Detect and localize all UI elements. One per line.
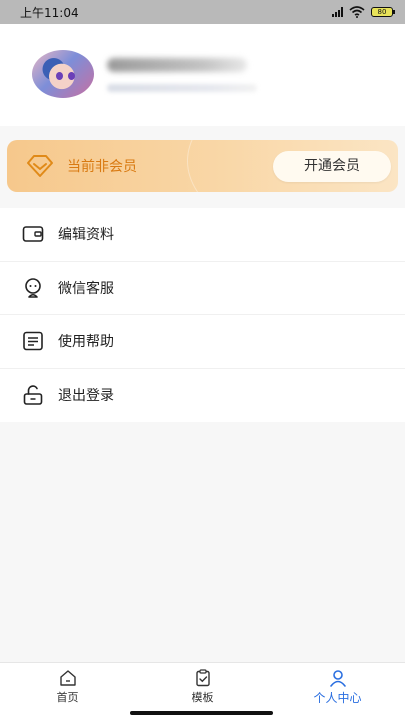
status-time: 上午11:04: [20, 5, 79, 20]
menu-item-logout[interactable]: 退出登录: [0, 369, 405, 423]
menu-item-wechat-service[interactable]: 微信客服: [0, 262, 405, 315]
battery-icon: 80: [371, 7, 395, 17]
status-bar: 上午11:04 80: [0, 0, 405, 24]
menu-label: 微信客服: [58, 280, 114, 297]
signal-icon: [332, 7, 343, 17]
user-icon: [329, 670, 346, 687]
nav-tab-home[interactable]: 首页: [0, 663, 135, 720]
username-blurred: [107, 58, 247, 72]
nav-tab-profile[interactable]: 个人中心: [270, 663, 405, 720]
home-icon: [59, 670, 76, 686]
home-indicator[interactable]: [130, 711, 273, 715]
menu-label: 使用帮助: [58, 334, 114, 351]
subtitle-blurred: [107, 84, 257, 92]
nav-label: 个人中心: [313, 691, 362, 705]
status-icons: 80: [332, 6, 395, 18]
open-vip-button[interactable]: 开通会员: [273, 151, 391, 182]
menu-label: 退出登录: [58, 388, 114, 405]
menu-item-edit-profile[interactable]: 编辑资料: [0, 208, 405, 262]
nav-label: 模板: [191, 691, 214, 704]
vip-status-text: 当前非会员: [67, 159, 137, 175]
vip-card[interactable]: 当前非会员 开通会员: [7, 140, 398, 192]
menu-item-help[interactable]: 使用帮助: [0, 315, 405, 369]
settings-menu: 编辑资料 微信客服 使用帮助 退出登录: [0, 208, 405, 422]
diamond-icon: [27, 155, 53, 177]
avatar-detail: [68, 72, 75, 80]
profile-header: [0, 24, 405, 126]
wechat-service-icon: [25, 277, 41, 298]
menu-label: 编辑资料: [58, 227, 114, 244]
wallet-icon: [22, 226, 44, 243]
template-icon: [195, 669, 210, 687]
logout-lock-icon: [23, 385, 43, 406]
nav-label: 首页: [56, 691, 79, 704]
avatar[interactable]: [32, 50, 94, 98]
wifi-icon: [349, 6, 365, 18]
avatar-detail: [56, 72, 63, 80]
help-doc-icon: [23, 331, 43, 351]
